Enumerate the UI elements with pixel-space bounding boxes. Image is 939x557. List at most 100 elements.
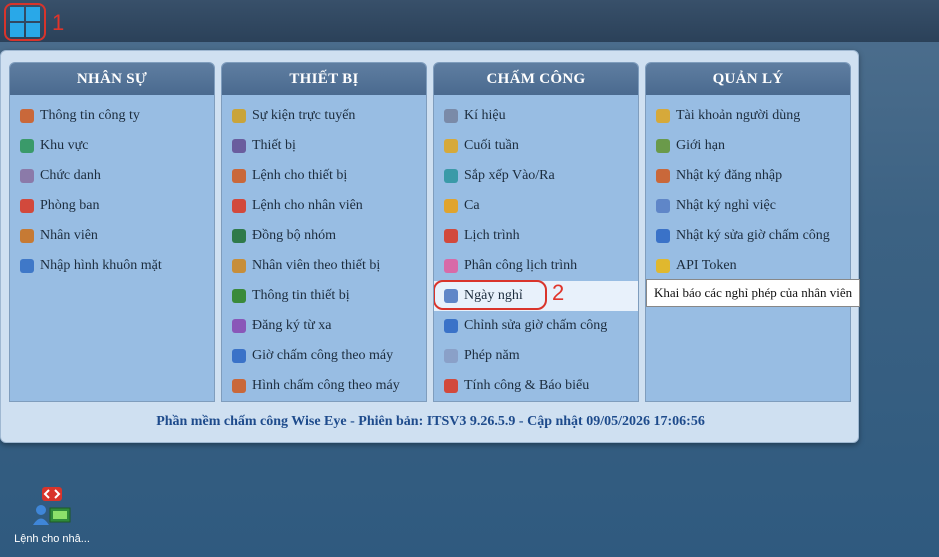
taskbar <box>0 0 939 42</box>
edit-log-icon <box>656 229 670 243</box>
menu-column-title: NHÂN SỰ <box>10 63 214 95</box>
menu-item[interactable]: Lịch trình <box>434 221 638 251</box>
highlight-ring <box>434 280 547 310</box>
callout-number-1: 1 <box>52 10 65 35</box>
menu-item-label: Nhân viên theo thiết bị <box>252 258 381 273</box>
menu-item[interactable]: Nhật ký sửa giờ chấm công <box>646 221 850 251</box>
weekend-icon <box>444 139 458 153</box>
annual-leave-icon <box>444 349 458 363</box>
limit-icon <box>656 139 670 153</box>
token-icon <box>656 259 670 273</box>
callout-number-2: 2 <box>552 280 565 305</box>
menu-column-3: QUẢN LÝ Tài khoản người dùng Giới hạn Nhật … <box>645 62 851 402</box>
photo-person-icon <box>232 379 246 393</box>
menu-item[interactable]: Kí hiệu <box>434 101 638 131</box>
employee-command-icon <box>232 199 246 213</box>
schedule-icon <box>444 229 458 243</box>
menu-item-label: Hình chấm công theo máy <box>252 378 400 393</box>
menu-item[interactable]: Thiết bị <box>222 131 426 161</box>
menu-item-label: Đăng ký từ xa <box>252 318 332 333</box>
menu-item-label: Khu vực <box>40 138 89 153</box>
login-log-icon <box>656 169 670 183</box>
menu-item[interactable]: Giới hạn <box>646 131 850 161</box>
menu-item[interactable]: Sự kiện trực tuyến <box>222 101 426 131</box>
menu-item[interactable]: Sắp xếp Vào/Ra <box>434 161 638 191</box>
start-menu-panel: NHÂN SỰ Thông tin công ty Khu vực Chức danh… <box>0 50 859 443</box>
menu-item[interactable]: Chức danh <box>10 161 214 191</box>
menu-item-label: Nhật ký nghỉ việc <box>676 198 776 213</box>
menu-item-list: Sự kiện trực tuyến Thiết bị Lệnh cho thiết… <box>222 95 426 401</box>
menu-item-label: Thông tin thiết bị <box>252 288 350 303</box>
resign-log-icon <box>656 199 670 213</box>
menu-item[interactable]: Nhân viên <box>10 221 214 251</box>
menu-item-list: Kí hiệu Cuối tuần Sắp xếp Vào/Ra Ca Lịch trì… <box>434 95 638 401</box>
menu-column-title: QUẢN LÝ <box>646 63 850 95</box>
menu-item[interactable]: Phòng ban <box>10 191 214 221</box>
remote-register-icon <box>232 319 246 333</box>
menu-item[interactable]: Nhập hình khuôn mặt <box>10 251 214 281</box>
menu-item-label: Thông tin công ty <box>40 108 140 123</box>
menu-item-label: Tính công & Báo biểu <box>464 378 590 393</box>
menu-item[interactable]: Hình chấm công theo máy <box>222 371 426 401</box>
menu-item[interactable]: Tài khoản người dùng <box>646 101 850 131</box>
device-info-icon <box>232 289 246 303</box>
menu-item-label: Nhập hình khuôn mặt <box>40 258 162 273</box>
desktop-shortcut-label: Lệnh cho nhâ... <box>14 533 90 545</box>
people-icon <box>20 229 34 243</box>
desktop-shortcut[interactable]: Lệnh cho nhâ... <box>8 486 96 545</box>
employee-command-icon <box>33 487 71 525</box>
symbol-list-icon <box>444 109 458 123</box>
menu-item[interactable]: Thông tin công ty <box>10 101 214 131</box>
menu-item[interactable]: Phân công lịch trình <box>434 251 638 281</box>
menu-item-label: Giờ chấm công theo máy <box>252 348 394 363</box>
menu-item-label: Cuối tuần <box>464 138 519 153</box>
menu-column-title: CHẤM CÔNG <box>434 63 638 95</box>
location-pin-icon <box>20 139 34 153</box>
menu-item[interactable]: Thông tin thiết bị <box>222 281 426 311</box>
menu-item-label: Nhật ký đăng nhập <box>676 168 783 183</box>
menu-item-selected[interactable]: Ngày nghỉ <box>434 280 638 311</box>
menu-item[interactable]: Nhật ký nghỉ việc <box>646 191 850 221</box>
menu-item-label: Nhân viên <box>40 228 98 243</box>
menu-item[interactable]: Nhật ký đăng nhập <box>646 161 850 191</box>
menu-item-label: Phòng ban <box>40 198 100 213</box>
org-chart-icon <box>20 199 34 213</box>
menu-item[interactable]: Lệnh cho nhân viên <box>222 191 426 221</box>
menu-item-label: Đồng bộ nhóm <box>252 228 336 243</box>
menu-column-0: NHÂN SỰ Thông tin công ty Khu vực Chức danh… <box>9 62 215 402</box>
face-icon <box>20 259 34 273</box>
menu-item[interactable]: Lệnh cho thiết bị <box>222 161 426 191</box>
menu-item[interactable]: Chỉnh sửa giờ chấm công <box>434 311 638 341</box>
user-account-icon <box>656 109 670 123</box>
sort-inout-icon <box>444 169 458 183</box>
menu-item[interactable]: Nhân viên theo thiết bị <box>222 251 426 281</box>
sync-icon <box>232 229 246 243</box>
menu-item-label: Giới hạn <box>676 138 726 153</box>
menu-column-1: THIẾT BỊ Sự kiện trực tuyến Thiết bị Lệnh c… <box>221 62 427 402</box>
menu-item[interactable]: Cuối tuần <box>434 131 638 161</box>
version-footer: Phần mềm chấm công Wise Eye - Phiên bản:… <box>156 414 705 429</box>
menu-item[interactable]: API Token <box>646 251 850 281</box>
menu-item-label: API Token <box>676 258 737 273</box>
event-icon <box>232 109 246 123</box>
tooltip: Khai báo các nghỉ phép của nhân viên <box>646 279 861 307</box>
menu-item[interactable]: Giờ chấm công theo máy <box>222 341 426 371</box>
menu-item[interactable]: Phép năm <box>434 341 638 371</box>
menu-item[interactable]: Khu vực <box>10 131 214 161</box>
menu-item-label: Chỉnh sửa giờ chấm công <box>464 318 608 333</box>
menu-item[interactable]: Đồng bộ nhóm <box>222 221 426 251</box>
document-icon <box>232 349 246 363</box>
menu-item-label: Sắp xếp Vào/Ra <box>464 168 555 183</box>
menu-item[interactable]: Đăng ký từ xa <box>222 311 426 341</box>
menu-column-title: THIẾT BỊ <box>222 63 426 95</box>
menu-item-label: Kí hiệu <box>464 108 506 123</box>
menu-item-label: Ca <box>464 198 480 213</box>
menu-item[interactable]: Tính công & Báo biểu <box>434 371 638 401</box>
device-icon <box>232 139 246 153</box>
device-command-icon <box>232 169 246 183</box>
menu-item-label: Lịch trình <box>464 228 520 243</box>
menu-item[interactable]: Ca <box>434 191 638 221</box>
menu-item-list: Thông tin công ty Khu vực Chức danh Phòng b… <box>10 95 214 281</box>
employee-device-icon <box>232 259 246 273</box>
start-button[interactable] <box>4 3 46 41</box>
